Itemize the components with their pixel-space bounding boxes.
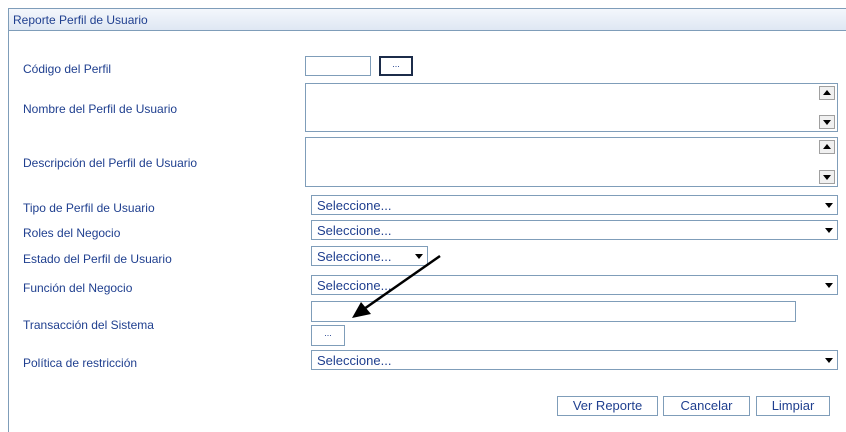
annotation-arrow-icon [352, 254, 441, 318]
